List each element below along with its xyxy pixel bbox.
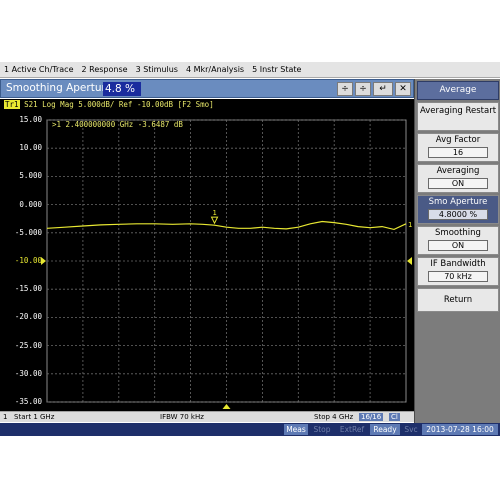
if-bandwidth[interactable]: IFBW 70 kHz xyxy=(160,413,204,421)
marker-triangle xyxy=(210,216,219,225)
entry-bar: Smoothing Aperture 4.8 % ÷ ÷ ↵ ✕ xyxy=(0,79,414,98)
enter-button[interactable]: ↵ xyxy=(373,82,393,96)
softkey-label: Return xyxy=(443,295,473,305)
menu-bar: 1 Active Ch/Trace 2 Response 3 Stimulus … xyxy=(0,62,500,78)
softkey-label: Avg Factor xyxy=(435,135,481,145)
menu-active-ch-trace[interactable]: 1 Active Ch/Trace xyxy=(0,65,78,74)
svc-indicator: Svc xyxy=(404,425,418,434)
trace-chart[interactable]: 11 Tr1 S21 Log Mag 5.000dB/ Ref -10.00dB… xyxy=(0,99,414,411)
chart-canvas: 11 xyxy=(41,119,412,409)
softkey-label: Averaging xyxy=(436,166,480,176)
smo-aperture-button[interactable]: Smo Aperture 4.8000 % xyxy=(417,195,499,224)
stop-indicator: Stop xyxy=(313,425,331,434)
y-tick-label: -20.00 xyxy=(14,312,42,322)
averaging-toggle-button[interactable]: Averaging ON xyxy=(417,164,499,193)
y-tick-label: -35.00 xyxy=(14,397,42,406)
softkey-label: IF Bandwidth xyxy=(430,259,486,269)
smoothing-state-value: ON xyxy=(428,240,488,251)
if-bandwidth-button[interactable]: IF Bandwidth 70 kHz xyxy=(417,257,499,286)
softkey-label: Smo Aperture xyxy=(428,197,488,207)
trace-badge[interactable]: Tr1 xyxy=(4,100,20,109)
start-frequency[interactable]: Start 1 GHz xyxy=(14,413,54,421)
average-count-badge: 16/16 xyxy=(359,413,384,421)
menu-mkr-analysis[interactable]: 4 Mkr/Analysis xyxy=(182,65,248,74)
smoothing-toggle-button[interactable]: Smoothing ON xyxy=(417,226,499,255)
y-tick-label: -30.00 xyxy=(14,368,42,378)
marker-number-label: 1 xyxy=(213,209,217,217)
softkey-menu-title: Average xyxy=(417,81,499,100)
return-button[interactable]: Return xyxy=(417,288,499,312)
ref-level-right-arrow xyxy=(407,257,412,265)
bottom-status-bar: Meas Stop ExtRef Ready Svc 2013-07-28 16… xyxy=(0,423,500,436)
extref-indicator: ExtRef xyxy=(339,425,365,434)
y-tick-label: -15.00 xyxy=(14,284,42,294)
stimulus-center-arrow xyxy=(222,404,231,409)
entry-label: Smoothing Aperture xyxy=(6,82,113,94)
avg-factor-value: 16 xyxy=(428,147,488,158)
trace-header: Tr1 S21 Log Mag 5.000dB/ Ref -10.00dB [F… xyxy=(4,100,214,109)
y-tick-label: 10.00 xyxy=(19,143,42,153)
spin-step-button[interactable]: ÷ xyxy=(337,82,353,96)
entry-value-field[interactable]: 4.8 % xyxy=(103,82,141,96)
menu-instr-state[interactable]: 5 Instr State xyxy=(248,65,305,74)
marker-readout: >1 2.400000000 GHz -3.6487 dB xyxy=(52,120,183,129)
menu-stimulus[interactable]: 3 Stimulus xyxy=(132,65,182,74)
y-tick-label: 15.00 xyxy=(19,115,42,124)
trace-end-label: 1 xyxy=(408,221,412,229)
stop-frequency[interactable]: Stop 4 GHz xyxy=(314,413,353,421)
status-line: 1 Start 1 GHz IFBW 70 kHz Stop 4 GHz 16/… xyxy=(0,411,414,422)
channel-number: 1 xyxy=(3,413,8,421)
cal-badge: Cl xyxy=(389,413,400,421)
averaging-restart-button[interactable]: Averaging Restart xyxy=(417,102,499,131)
y-tick-label: -5.000 xyxy=(14,227,42,237)
meas-indicator: Meas xyxy=(284,424,308,435)
if-bandwidth-value: 70 kHz xyxy=(428,271,488,282)
averaging-state-value: ON xyxy=(428,178,488,189)
trace-settings: S21 Log Mag 5.000dB/ Ref -10.00dB [F2 Sm… xyxy=(24,100,214,109)
avg-factor-button[interactable]: Avg Factor 16 xyxy=(417,133,499,162)
y-tick-label: -25.00 xyxy=(14,340,42,350)
y-tick-label: -10.00 xyxy=(14,256,42,265)
softkey-panel: Average Averaging Restart Avg Factor 16 … xyxy=(414,79,500,423)
ready-indicator: Ready xyxy=(370,424,400,435)
y-tick-label: 5.000 xyxy=(19,171,42,181)
softkey-label: Smoothing xyxy=(435,228,481,238)
softkey-label: Averaging Restart xyxy=(419,106,497,116)
close-icon[interactable]: ✕ xyxy=(395,82,411,96)
smo-aperture-value: 4.8000 % xyxy=(428,209,488,220)
spin-step-alt-button[interactable]: ÷ xyxy=(355,82,371,96)
date-time: 2013-07-28 16:00 xyxy=(422,424,498,435)
y-tick-label: 0.000 xyxy=(19,199,42,209)
menu-response[interactable]: 2 Response xyxy=(78,65,132,74)
